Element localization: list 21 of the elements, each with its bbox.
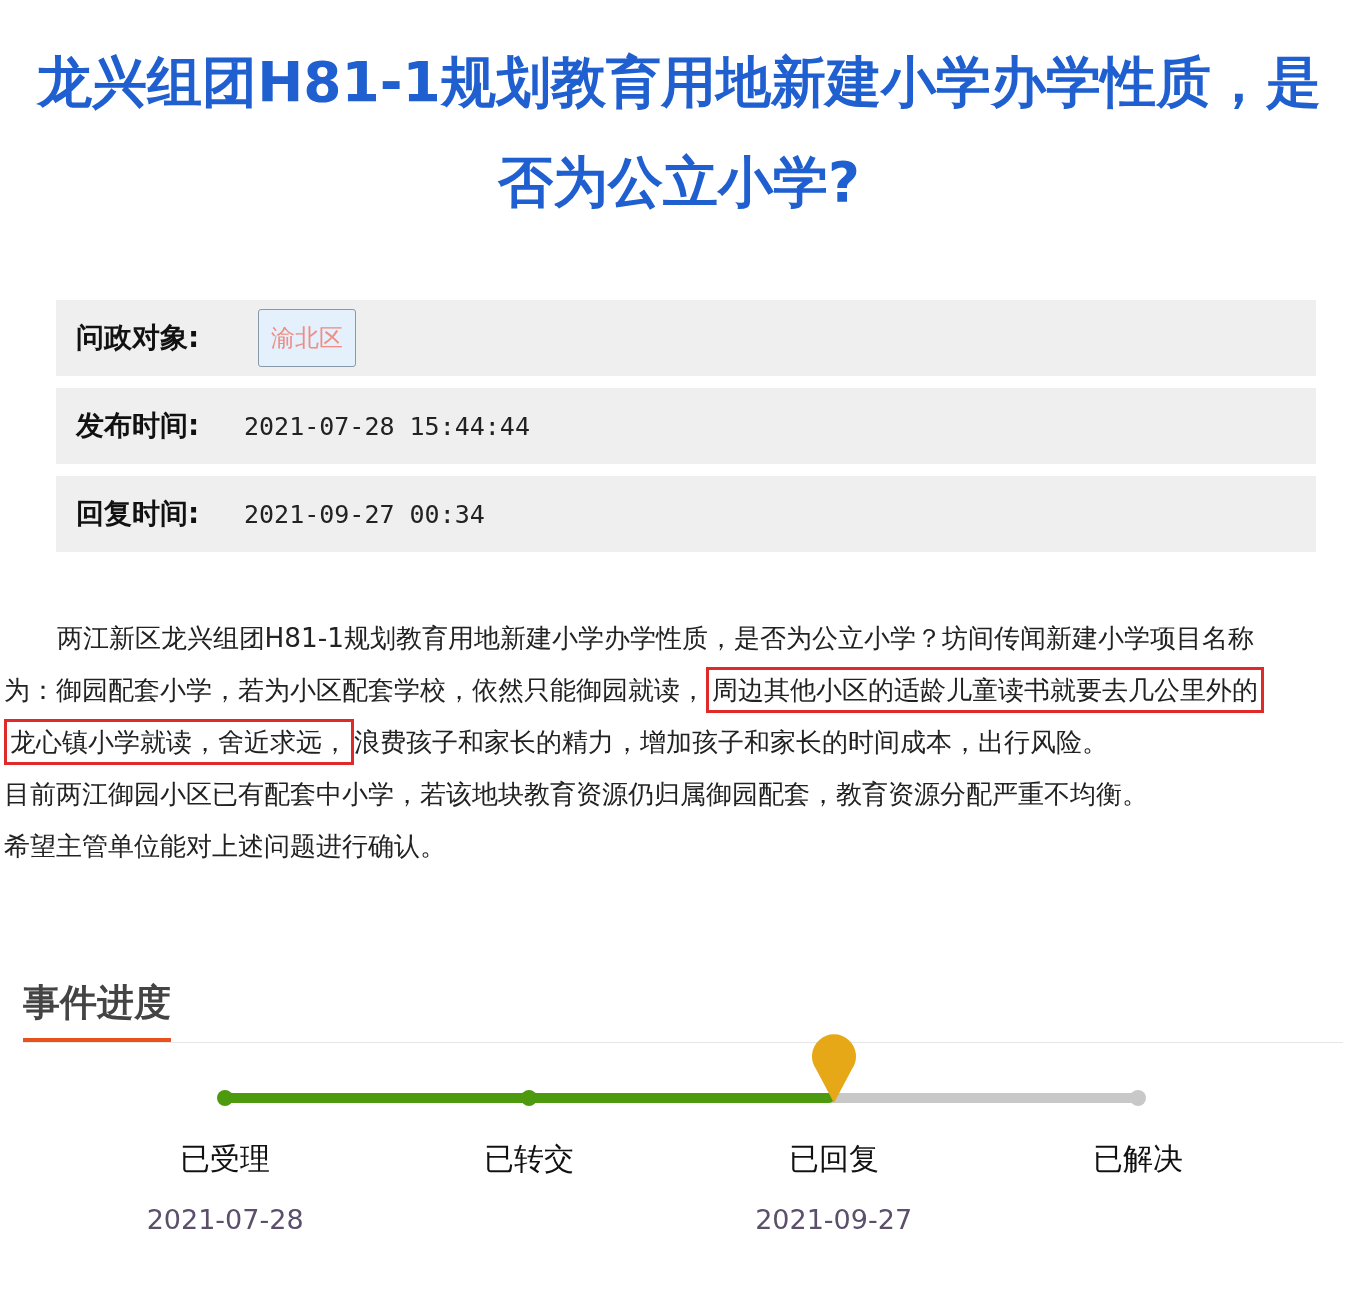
step-date: 2021-07-28 — [146, 1204, 304, 1235]
body-text: 希望主管单位能对上述问题进行确认。 — [4, 831, 446, 861]
step-label: 已解决 — [1092, 1140, 1183, 1178]
body-text: 浪费孩子和家长的精力，增加孩子和家长的时间成本，出行风险。 — [354, 727, 1108, 757]
field-label: 回复时间: — [76, 496, 201, 532]
section-heading: 事件进度 — [23, 978, 171, 1042]
field-value: 2021-09-27 00:34 — [244, 499, 485, 529]
field-label: 问政对象: — [76, 320, 201, 356]
region-tag[interactable]: 渝北区 — [258, 309, 356, 367]
field-label: 发布时间: — [76, 408, 201, 444]
body-text: 两江新区龙兴组团H81-1规划教育用地新建小学办学性质，是否为公立小学？坊间传闻新建小学项目名称 — [55, 623, 1255, 653]
step-label: 已回复 — [788, 1140, 879, 1178]
field-value: 2021-07-28 15:44:44 — [244, 411, 530, 441]
step-label: 已转交 — [484, 1140, 575, 1178]
step-date: 2021-09-27 — [755, 1204, 913, 1235]
highlighted-text: 龙心镇小学就读，舍近求远， — [4, 719, 354, 765]
step-label: 已受理 — [180, 1140, 271, 1178]
body-text: 为：御园配套小学，若为小区配套学校，依然只能御园就读， — [4, 675, 706, 705]
highlighted-text: 周边其他小区的适龄儿童读书就要去几公里外的 — [706, 667, 1264, 713]
body-text: 目前两江御园小区已有配套中小学，若该地块教育资源仍归属御园配套，教育资源分配严重不均衡。 — [4, 779, 1148, 809]
page-title: 龙兴组团H81-1规划教育用地新建小学办学性质，是否为公立小学? — [35, 49, 1322, 216]
